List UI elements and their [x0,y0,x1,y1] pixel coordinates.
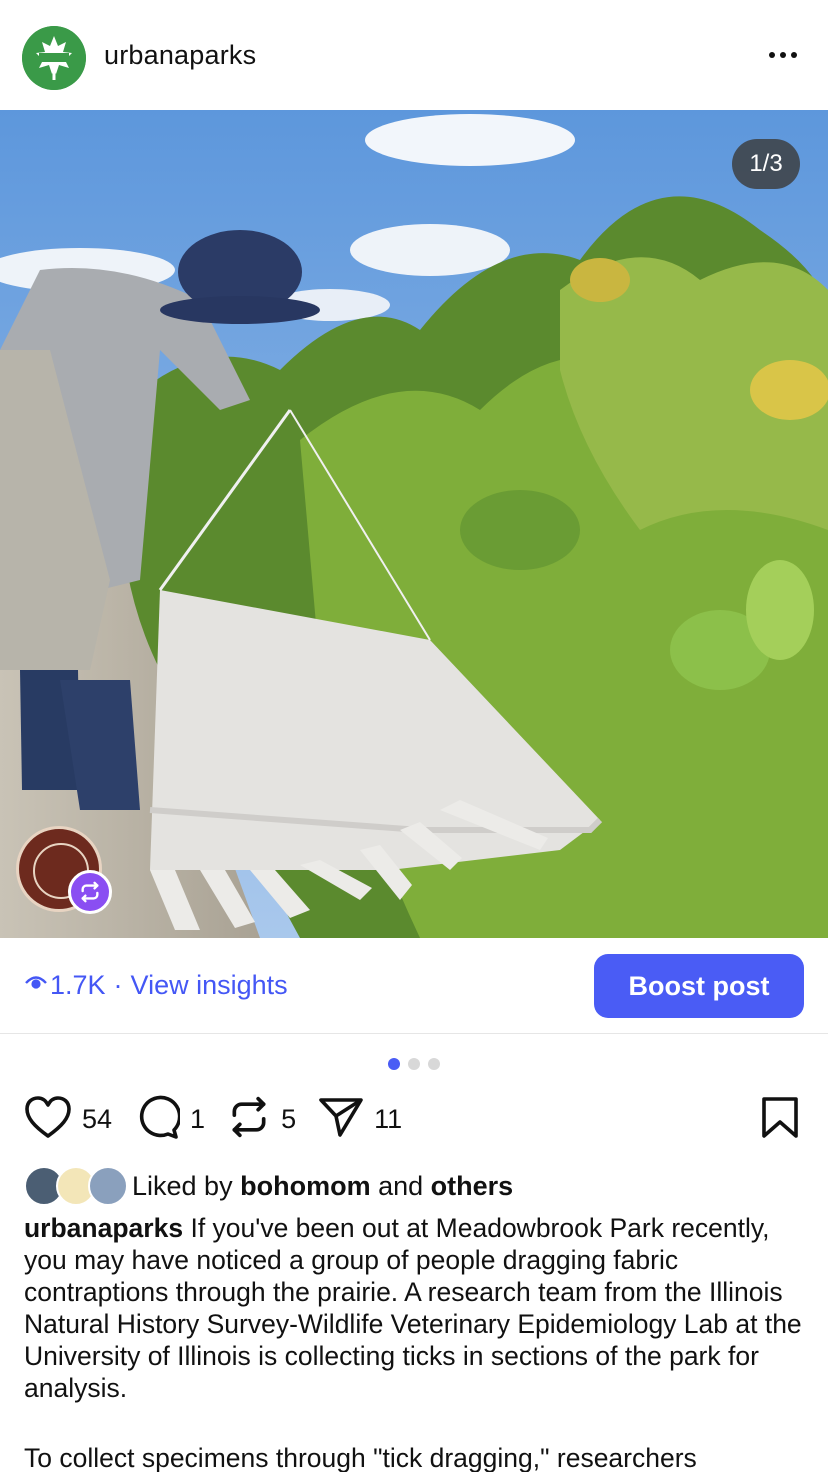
eye-icon [24,970,50,1001]
action-bar: 54 1 5 11 [24,1094,424,1144]
share-icon [318,1096,364,1143]
insights-bar: 1.7K · View insights Boost post [0,938,828,1034]
carousel-indicator [0,1058,828,1070]
share-count: 11 [374,1103,403,1134]
view-insights-label: View insights [130,970,288,1000]
liked-by-row[interactable]: Liked by bohomom and others [24,1166,513,1206]
carousel-counter: 1/3 [732,139,800,189]
repost-icon [227,1094,271,1145]
repost-button[interactable]: 5 [227,1094,296,1145]
carousel-dot-1 [388,1058,400,1070]
liked-by-middle: and [378,1170,424,1201]
liker-avatar-3 [88,1166,128,1206]
carousel-dot-3 [428,1058,440,1070]
liked-by-avatars [24,1166,130,1206]
view-insights-link[interactable]: 1.7K · View insights [24,970,288,1001]
insights-separator: · [113,970,123,1000]
like-button[interactable]: 54 [24,1095,112,1144]
comment-button[interactable]: 1 [134,1094,205,1145]
caption-author[interactable]: urbanaparks [24,1213,183,1243]
like-count: 54 [82,1103,113,1134]
views-count: 1.7K [50,970,106,1000]
more-icon[interactable] [758,40,808,70]
boost-post-button[interactable]: Boost post [594,954,804,1018]
bookmark-icon[interactable] [760,1096,800,1145]
post-image[interactable] [0,110,828,938]
share-button[interactable]: 11 [318,1096,402,1143]
carousel-dot-2 [408,1058,420,1070]
caption-second-paragraph: To collect specimens through "tick dragg… [24,1443,697,1472]
post-header: urbanaparks [0,0,828,110]
comment-icon [134,1094,182,1145]
post-caption: urbanaparks If you've been out at Meadow… [24,1212,814,1404]
comment-count: 1 [190,1103,206,1134]
repost-badge-icon [68,870,112,914]
repost-count: 5 [281,1103,297,1134]
liked-by-prefix: Liked by [132,1170,233,1201]
username[interactable]: urbanaparks [104,40,256,71]
liked-by-others[interactable]: others [431,1171,514,1202]
liked-by-user[interactable]: bohomom [240,1171,370,1202]
profile-avatar[interactable] [22,26,86,90]
heart-icon [24,1095,72,1144]
